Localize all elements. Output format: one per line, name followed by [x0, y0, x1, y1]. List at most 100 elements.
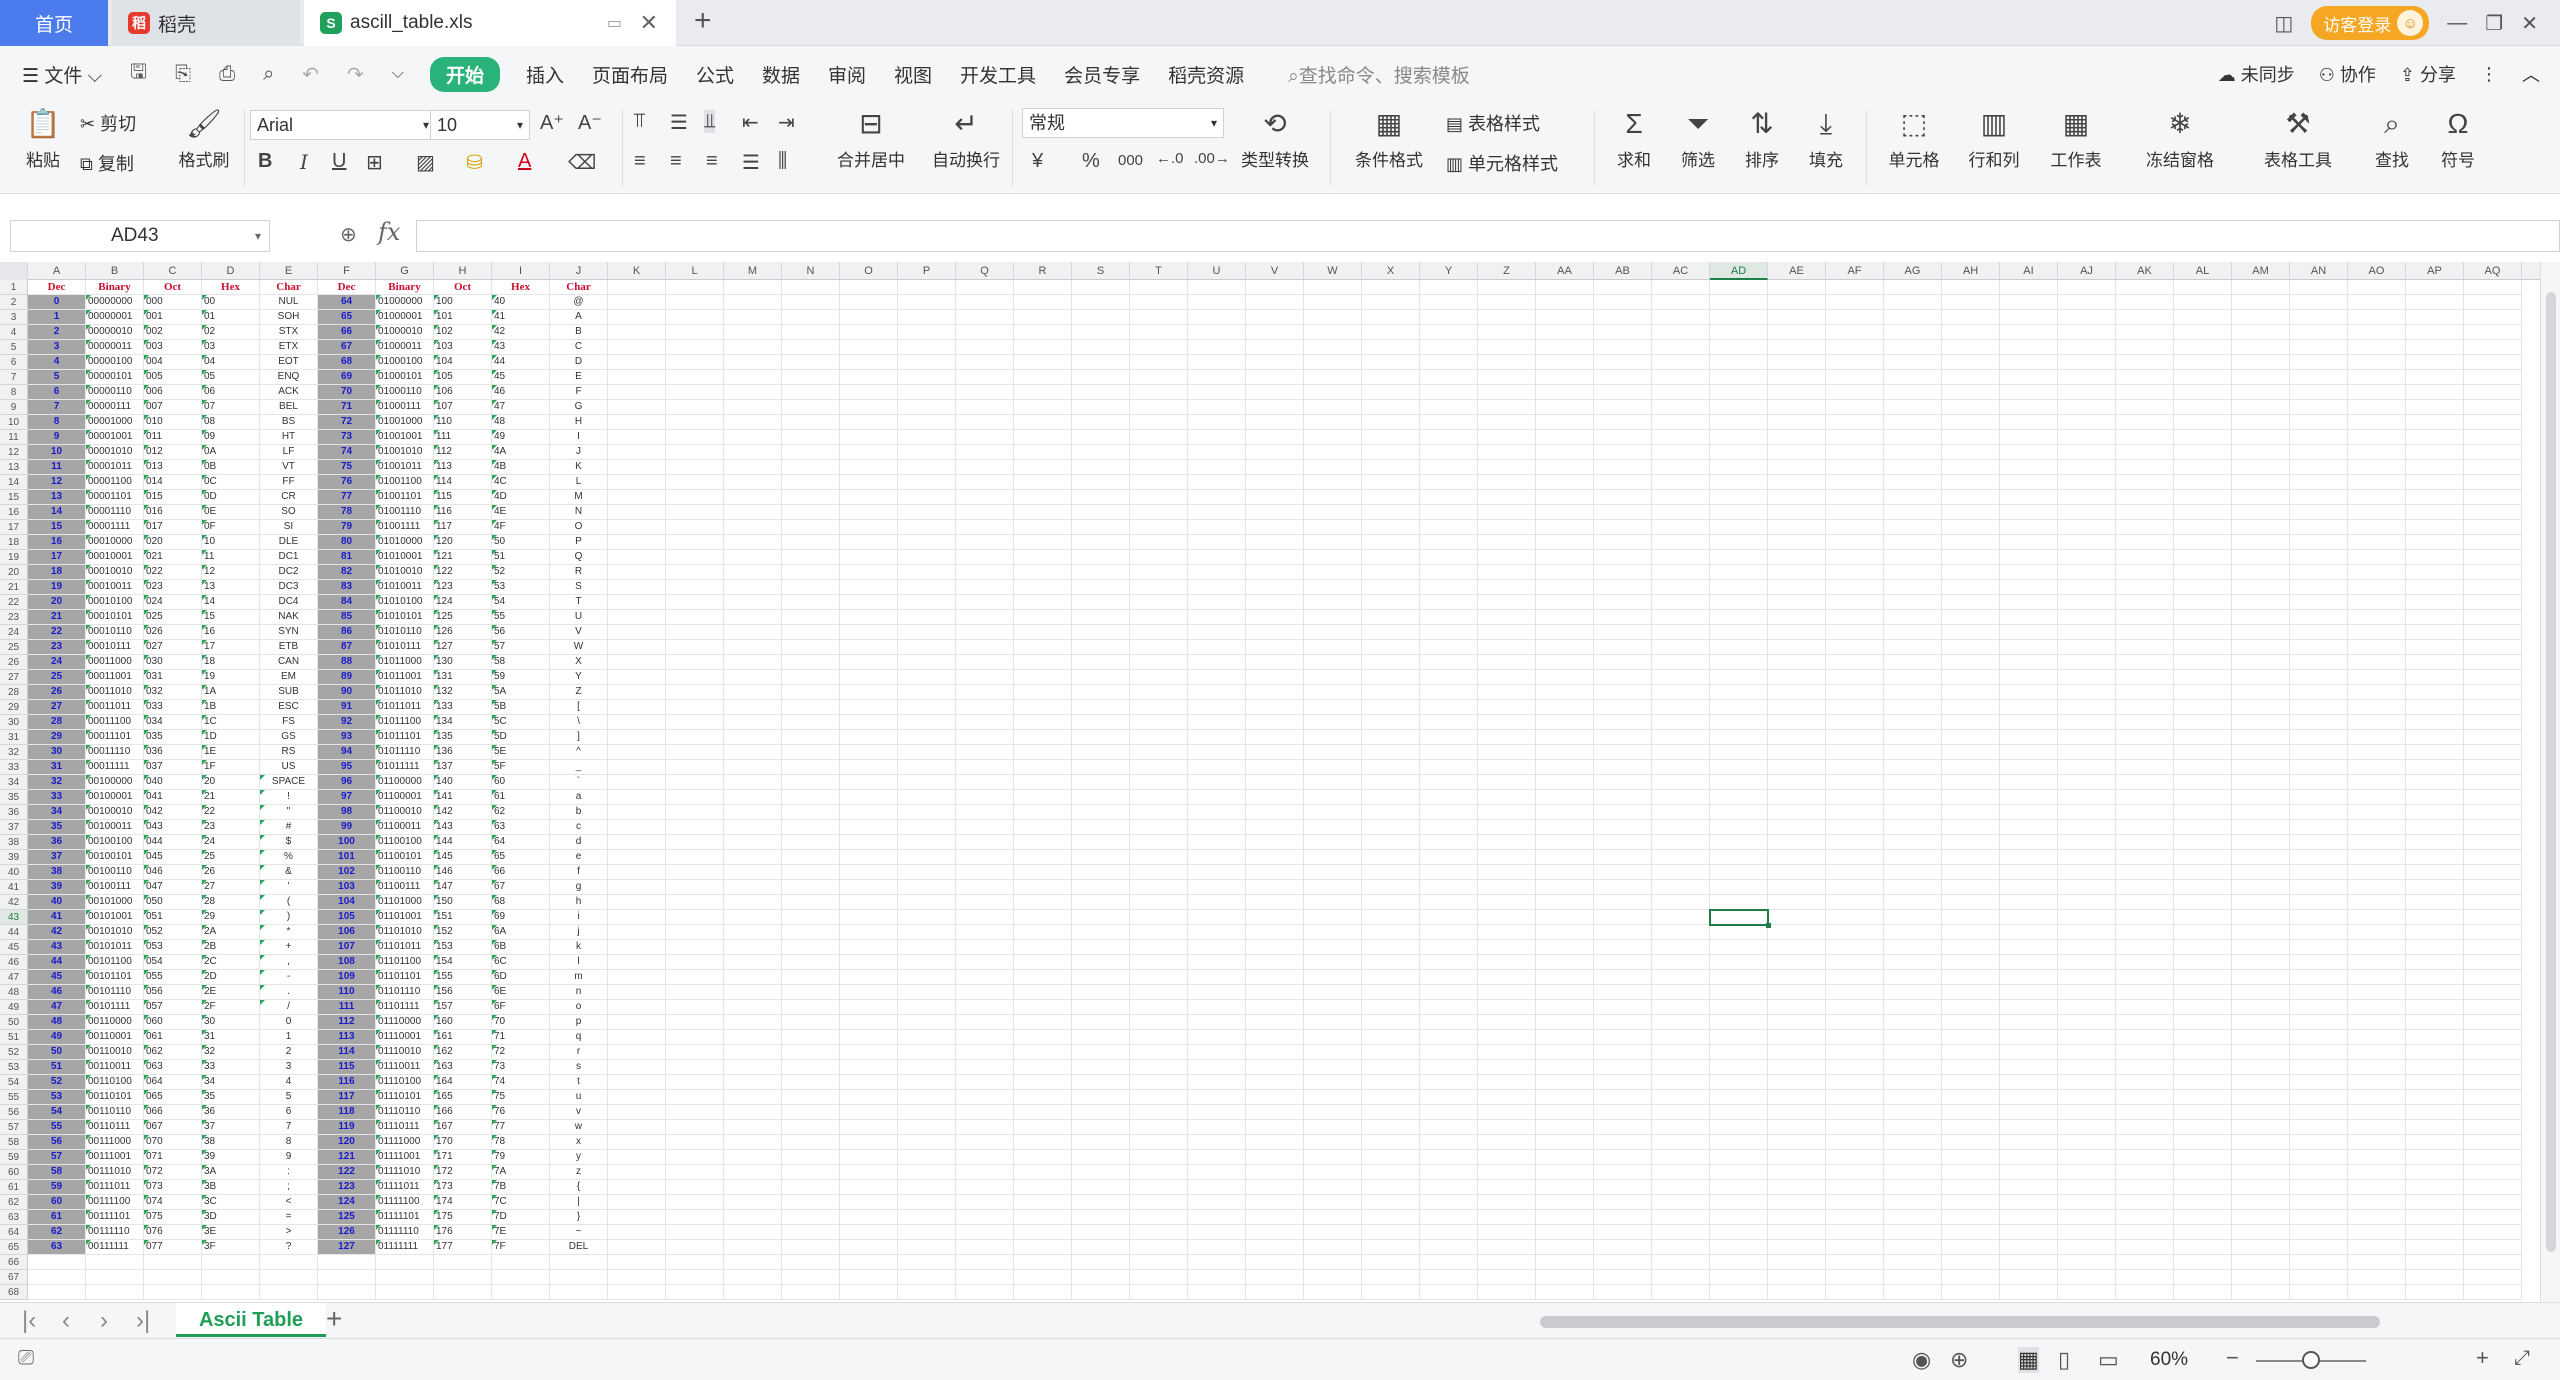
cell[interactable]: [1014, 730, 1072, 745]
column-header[interactable]: AI: [2000, 262, 2058, 280]
cell[interactable]: 89: [318, 670, 376, 685]
cell[interactable]: 45: [492, 370, 550, 385]
cell[interactable]: [2406, 655, 2464, 670]
cell[interactable]: 98: [318, 805, 376, 820]
cell[interactable]: [608, 715, 666, 730]
cell[interactable]: [2174, 505, 2232, 520]
cell[interactable]: [1014, 640, 1072, 655]
cell[interactable]: [2058, 1030, 2116, 1045]
cell[interactable]: [2058, 730, 2116, 745]
cell[interactable]: [2000, 715, 2058, 730]
cell[interactable]: [1072, 1135, 1130, 1150]
cell[interactable]: [1768, 325, 1826, 340]
cell[interactable]: 116: [434, 505, 492, 520]
cell[interactable]: 01010101: [376, 610, 434, 625]
cell[interactable]: [956, 1150, 1014, 1165]
cell[interactable]: 3: [28, 340, 86, 355]
cell[interactable]: 012: [144, 445, 202, 460]
cell[interactable]: [1768, 640, 1826, 655]
cell[interactable]: 7: [260, 1120, 318, 1135]
cell[interactable]: [1188, 970, 1246, 985]
cell[interactable]: [1594, 850, 1652, 865]
cell[interactable]: [2290, 1000, 2348, 1015]
cell[interactable]: 00100111: [86, 880, 144, 895]
cell[interactable]: [1478, 310, 1536, 325]
cell[interactable]: [2058, 670, 2116, 685]
cell[interactable]: 107: [434, 400, 492, 415]
cell[interactable]: [2290, 415, 2348, 430]
cell[interactable]: [1188, 340, 1246, 355]
cell[interactable]: [666, 1015, 724, 1030]
cell[interactable]: [1362, 1000, 1420, 1015]
cell[interactable]: Dec: [318, 280, 376, 295]
cell[interactable]: 01000001: [376, 310, 434, 325]
cell[interactable]: [1884, 670, 1942, 685]
cell[interactable]: [2000, 730, 2058, 745]
cell[interactable]: [1362, 1150, 1420, 1165]
cell[interactable]: [666, 595, 724, 610]
cell[interactable]: [840, 340, 898, 355]
cell[interactable]: [2116, 340, 2174, 355]
cell[interactable]: [2174, 685, 2232, 700]
cell[interactable]: [1768, 1195, 1826, 1210]
cell[interactable]: [2000, 1090, 2058, 1105]
cell[interactable]: 56: [492, 625, 550, 640]
cell[interactable]: [1652, 790, 1710, 805]
cell[interactable]: [2232, 1105, 2290, 1120]
cell[interactable]: [1768, 1270, 1826, 1285]
cell[interactable]: <: [260, 1195, 318, 1210]
cell[interactable]: [1246, 460, 1304, 475]
cell[interactable]: 015: [144, 490, 202, 505]
cell[interactable]: [1826, 790, 1884, 805]
cell[interactable]: [956, 490, 1014, 505]
cell[interactable]: [1536, 580, 1594, 595]
cell[interactable]: [2232, 1030, 2290, 1045]
cell[interactable]: [2000, 580, 2058, 595]
cell[interactable]: [724, 1270, 782, 1285]
cell[interactable]: 108: [318, 955, 376, 970]
cell[interactable]: [1652, 1255, 1710, 1270]
cell[interactable]: [2406, 370, 2464, 385]
cell[interactable]: 10: [28, 445, 86, 460]
cell[interactable]: [1768, 580, 1826, 595]
cell[interactable]: [260, 1270, 318, 1285]
cell[interactable]: [1652, 1075, 1710, 1090]
cell[interactable]: [1768, 1120, 1826, 1135]
cell[interactable]: [2116, 700, 2174, 715]
cell[interactable]: [1072, 1120, 1130, 1135]
cell[interactable]: [898, 1225, 956, 1240]
cell[interactable]: [1014, 745, 1072, 760]
select-all-corner[interactable]: [0, 262, 28, 280]
cell[interactable]: [2058, 820, 2116, 835]
cell[interactable]: [2406, 1270, 2464, 1285]
cell[interactable]: 00010001: [86, 550, 144, 565]
cell[interactable]: [1188, 790, 1246, 805]
cell[interactable]: [2174, 1000, 2232, 1015]
cell[interactable]: 040: [144, 775, 202, 790]
cell[interactable]: [1188, 745, 1246, 760]
cell[interactable]: [2406, 280, 2464, 295]
cell[interactable]: [2174, 895, 2232, 910]
cell[interactable]: [1826, 1270, 1884, 1285]
cell[interactable]: 01100011: [376, 820, 434, 835]
cell[interactable]: [898, 715, 956, 730]
cell[interactable]: [666, 310, 724, 325]
cell[interactable]: [2464, 655, 2522, 670]
cell[interactable]: [898, 925, 956, 940]
cell[interactable]: 102: [434, 325, 492, 340]
cell[interactable]: [2058, 460, 2116, 475]
cell[interactable]: [1130, 1015, 1188, 1030]
cell[interactable]: [1536, 1120, 1594, 1135]
cell[interactable]: [1826, 445, 1884, 460]
cell[interactable]: [1304, 850, 1362, 865]
cell[interactable]: [1014, 595, 1072, 610]
cell[interactable]: [1014, 400, 1072, 415]
cell[interactable]: [2406, 550, 2464, 565]
cell[interactable]: [666, 985, 724, 1000]
cell[interactable]: [260, 1255, 318, 1270]
cell[interactable]: [1884, 1255, 1942, 1270]
tab-docer[interactable]: 稻 稻壳: [112, 0, 300, 46]
cell[interactable]: [1246, 775, 1304, 790]
cell[interactable]: [1768, 490, 1826, 505]
cell[interactable]: [1072, 1285, 1130, 1300]
